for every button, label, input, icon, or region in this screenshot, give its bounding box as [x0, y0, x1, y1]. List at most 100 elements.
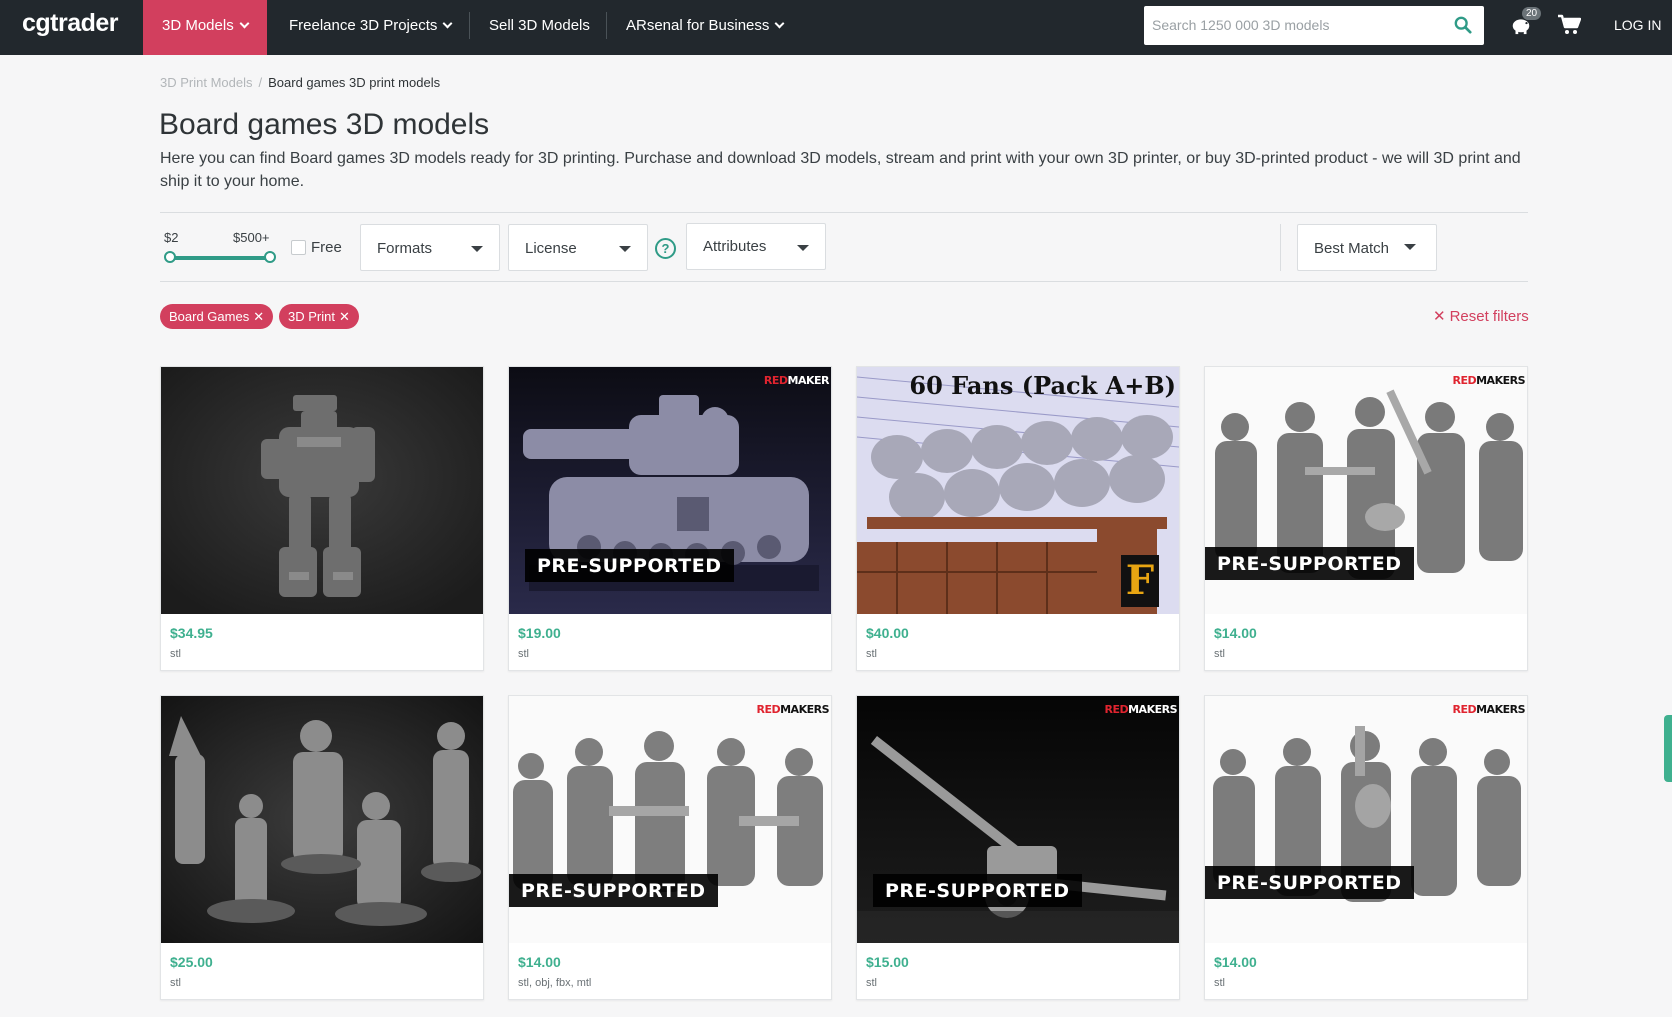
- product-price: $14.00: [518, 954, 561, 970]
- notification-badge: 20: [1522, 7, 1542, 20]
- sort-dropdown-label: Best Match: [1314, 240, 1390, 257]
- brand-red: RED: [763, 374, 788, 387]
- cart-icon[interactable]: [1557, 14, 1581, 36]
- product-price: $34.95: [170, 625, 213, 641]
- product-thumbnail[interactable]: [161, 696, 483, 943]
- chevron-down-icon: [774, 18, 785, 29]
- product-formats: stl: [1214, 648, 1225, 660]
- pre-supported-badge: PRE-SUPPORTED: [509, 874, 718, 907]
- product-card[interactable]: 60 Fans (Pack A+B) F $40.00 stl: [856, 366, 1180, 671]
- mech-walker-image: [161, 367, 483, 614]
- nav-3d-models[interactable]: 3D Models: [143, 0, 267, 55]
- product-card[interactable]: PRE-SUPPORTED REDMAKER $19.00 stl: [508, 366, 832, 671]
- page-title: Board games 3D models: [159, 108, 490, 141]
- brand-red: RED: [1452, 374, 1477, 387]
- product-card[interactable]: PRE-SUPPORTED REDMAKERS $14.00 stl: [1204, 366, 1528, 671]
- brand-name: MAKERS: [1476, 703, 1525, 716]
- product-price: $15.00: [866, 954, 909, 970]
- product-formats: stl: [518, 648, 529, 660]
- sort-dropdown[interactable]: Best Match: [1297, 224, 1437, 271]
- formats-dropdown[interactable]: Formats: [360, 224, 500, 271]
- price-min-label: $2: [164, 230, 179, 245]
- brand-red: RED: [756, 703, 781, 716]
- close-icon[interactable]: ✕: [253, 309, 264, 324]
- free-label[interactable]: Free: [311, 239, 342, 256]
- breadcrumb: 3D Print Models / Board games 3D print mod…: [160, 75, 440, 90]
- close-icon[interactable]: ✕: [339, 309, 350, 324]
- license-dropdown-label: License: [525, 240, 577, 257]
- page-description: Here you can find Board games 3D models …: [160, 150, 1521, 190]
- top-navbar: cgtrader 3D Models Freelance 3D Projects…: [0, 0, 1672, 55]
- close-icon: ✕: [1433, 308, 1446, 325]
- fantasy-heroes-image: [161, 696, 483, 943]
- caret-down-icon: [1404, 244, 1416, 250]
- fanatik-logo: F: [1121, 555, 1159, 607]
- divider: [160, 212, 1528, 213]
- product-price: $19.00: [518, 625, 561, 641]
- product-card[interactable]: $25.00 stl: [160, 695, 484, 1000]
- help-icon[interactable]: ?: [655, 238, 676, 259]
- nav-sell-models[interactable]: Sell 3D Models: [470, 0, 609, 55]
- caret-down-icon: [619, 246, 631, 252]
- breadcrumb-separator: /: [258, 75, 263, 90]
- pre-supported-badge: PRE-SUPPORTED: [1205, 866, 1414, 899]
- product-card[interactable]: PRE-SUPPORTED REDMAKERS $14.00 stl: [1204, 695, 1528, 1000]
- product-price: $14.00: [1214, 625, 1257, 641]
- cgtrader-logo[interactable]: cgtrader: [22, 9, 119, 38]
- search-box: [1144, 6, 1484, 45]
- price-max-handle[interactable]: [264, 251, 276, 263]
- side-feedback-tab[interactable]: [1664, 715, 1672, 782]
- attributes-dropdown[interactable]: Attributes: [686, 223, 826, 270]
- redmakers-logo: REDMAKER: [763, 374, 830, 387]
- product-price: $25.00: [170, 954, 213, 970]
- formats-dropdown-label: Formats: [377, 240, 433, 257]
- redmakers-logo: REDMAKERS: [1104, 703, 1177, 716]
- price-range-track[interactable]: [170, 256, 270, 260]
- nav-3d-models-label: 3D Models: [162, 17, 234, 34]
- reset-filters-link[interactable]: ✕ Reset filters: [1433, 307, 1529, 325]
- filter-tag-label: 3D Print: [288, 309, 335, 324]
- login-link[interactable]: LOG IN: [1614, 0, 1661, 51]
- nav-arsenal-business[interactable]: ARsenal for Business: [607, 0, 802, 55]
- redmakers-logo: REDMAKERS: [756, 703, 829, 716]
- brand-name: MAKER: [787, 374, 830, 387]
- search-icon[interactable]: [1454, 16, 1472, 34]
- product-thumbnail[interactable]: PRE-SUPPORTED REDMAKERS: [1205, 696, 1527, 943]
- product-thumbnail[interactable]: PRE-SUPPORTED REDMAKERS: [509, 696, 831, 943]
- nav-freelance-projects[interactable]: Freelance 3D Projects: [270, 0, 470, 55]
- filter-divider: [1280, 224, 1281, 271]
- product-thumbnail[interactable]: [161, 367, 483, 614]
- product-price: $40.00: [866, 625, 909, 641]
- product-formats: stl: [866, 648, 877, 660]
- product-thumbnail[interactable]: PRE-SUPPORTED REDMAKERS: [1205, 367, 1527, 614]
- filter-tag-board-games[interactable]: Board Games ✕: [160, 304, 274, 329]
- product-thumbnail[interactable]: PRE-SUPPORTED REDMAKER: [509, 367, 831, 614]
- product-card[interactable]: $34.95 stl: [160, 366, 484, 671]
- product-overlay-title: 60 Fans (Pack A+B): [909, 371, 1176, 400]
- product-card[interactable]: PRE-SUPPORTED REDMAKERS $14.00 stl, obj,…: [508, 695, 832, 1000]
- breadcrumb-parent[interactable]: 3D Print Models: [160, 75, 252, 90]
- soldiers-image: [1205, 696, 1527, 943]
- pre-supported-badge: PRE-SUPPORTED: [525, 549, 734, 582]
- product-formats: stl: [170, 648, 181, 660]
- pre-supported-badge: PRE-SUPPORTED: [873, 874, 1082, 907]
- search-input[interactable]: [1152, 14, 1442, 36]
- redmakers-logo: REDMAKERS: [1452, 374, 1525, 387]
- product-thumbnail[interactable]: PRE-SUPPORTED REDMAKERS: [857, 696, 1179, 943]
- nav-freelance-label: Freelance 3D Projects: [289, 17, 438, 34]
- filter-tag-3d-print[interactable]: 3D Print ✕: [279, 304, 359, 329]
- free-checkbox[interactable]: [291, 240, 306, 255]
- product-formats: stl: [866, 977, 877, 989]
- brand-name: MAKERS: [1476, 374, 1525, 387]
- price-min-handle[interactable]: [164, 251, 176, 263]
- license-dropdown[interactable]: License: [508, 224, 648, 271]
- filter-tag-label: Board Games: [169, 309, 250, 324]
- product-thumbnail[interactable]: 60 Fans (Pack A+B) F: [857, 367, 1179, 614]
- product-card[interactable]: PRE-SUPPORTED REDMAKERS $15.00 stl: [856, 695, 1180, 1000]
- brand-name: MAKERS: [1128, 703, 1177, 716]
- caret-down-icon: [797, 245, 809, 251]
- reset-filters-label: Reset filters: [1449, 308, 1529, 325]
- chevron-down-icon: [239, 18, 250, 29]
- nav-sell-label: Sell 3D Models: [489, 17, 590, 34]
- brand-name: MAKERS: [780, 703, 829, 716]
